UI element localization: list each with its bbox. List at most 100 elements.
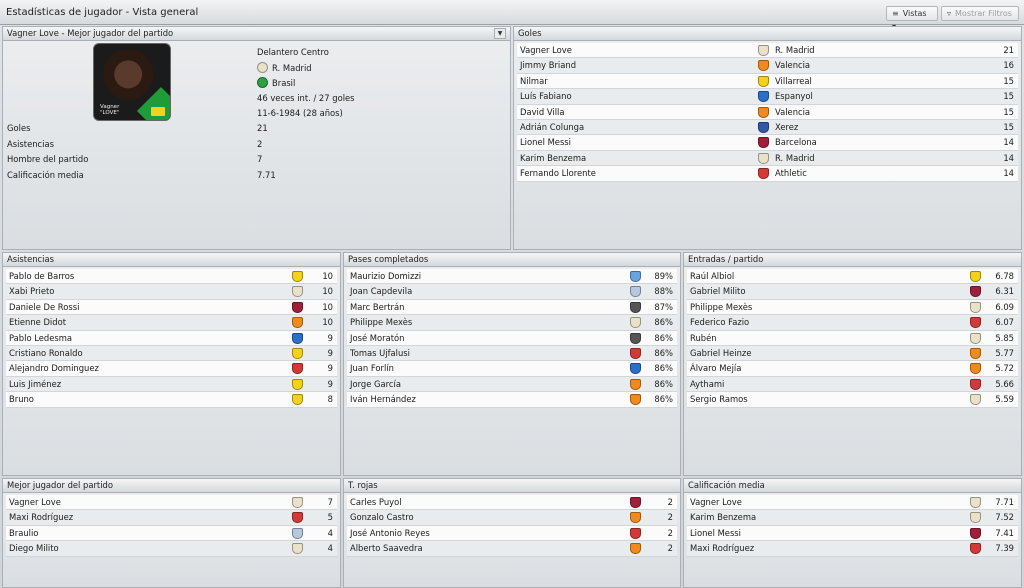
club-name[interactable]: Villarreal [775, 74, 812, 89]
player-name[interactable]: Alejandro Dominguez [9, 361, 99, 376]
list-item[interactable]: David Villa Valencia 15 [517, 104, 1018, 120]
player-name[interactable]: Philippe Mexès [350, 315, 412, 330]
player-name[interactable]: Diego Milito [9, 541, 59, 556]
player-name[interactable]: Vagner Love [690, 495, 742, 510]
club-name[interactable]: R. Madrid [775, 43, 815, 58]
list-item[interactable]: Philippe Mexès 86% [347, 315, 677, 331]
club-name[interactable]: Valencia [775, 105, 810, 120]
list-item[interactable]: Jorge García 86% [347, 376, 677, 393]
club-name[interactable]: Athletic [775, 166, 807, 181]
list-item[interactable]: Iván Hernández 86% [347, 392, 677, 408]
player-name[interactable]: Vagner Love [520, 43, 572, 58]
list-item[interactable]: Philippe Mexès 6.09 [687, 299, 1018, 316]
list-item[interactable]: Rubén 5.85 [687, 330, 1018, 346]
list-item[interactable]: Braulio 4 [6, 525, 337, 542]
club-name[interactable]: Valencia [775, 58, 810, 73]
player-name[interactable]: Nilmar [520, 74, 548, 89]
player-name[interactable]: Álvaro Mejía [690, 361, 741, 376]
list-item[interactable]: Maurizio Domizzi 89% [347, 269, 677, 285]
list-item[interactable]: Karim Benzema R. Madrid 14 [517, 150, 1018, 167]
player-name[interactable]: Daniele De Rossi [9, 300, 79, 315]
list-item[interactable]: Cristiano Ronaldo 9 [6, 345, 337, 362]
player-name[interactable]: Joan Capdevila [350, 284, 412, 299]
player-name[interactable]: Federico Fazio [690, 315, 749, 330]
club-name[interactable]: Xerez [775, 120, 798, 135]
player-name[interactable]: Braulio [9, 526, 38, 541]
list-item[interactable]: Aythami 5.66 [687, 376, 1018, 393]
player-name[interactable]: Fernando Llorente [520, 166, 596, 181]
list-item[interactable]: Vagner Love 7 [6, 495, 337, 511]
list-item[interactable]: Carles Puyol 2 [347, 495, 677, 511]
list-item[interactable]: Etienne Didot 10 [6, 315, 337, 331]
list-item[interactable]: Marc Bertrán 87% [347, 299, 677, 316]
player-name[interactable]: Carles Puyol [350, 495, 402, 510]
panel-menu-button[interactable]: ▼ [494, 28, 506, 39]
player-name[interactable]: Raúl Albiol [690, 269, 734, 284]
list-item[interactable]: Maxi Rodríguez 7.39 [687, 541, 1018, 557]
player-name[interactable]: Etienne Didot [9, 315, 66, 330]
list-item[interactable]: Álvaro Mejía 5.72 [687, 361, 1018, 377]
player-name[interactable]: Lionel Messi [690, 526, 741, 541]
player-name[interactable]: Karim Benzema [690, 510, 756, 525]
list-item[interactable]: Vagner Love R. Madrid 21 [517, 43, 1018, 59]
player-name[interactable]: Maxi Rodríguez [9, 510, 73, 525]
player-name[interactable]: Lionel Messi [520, 135, 571, 150]
list-item[interactable]: José Antonio Reyes 2 [347, 525, 677, 542]
player-name[interactable]: José Moratón [350, 331, 404, 346]
list-item[interactable]: Luis Jiménez 9 [6, 376, 337, 393]
list-item[interactable]: Joan Capdevila 88% [347, 284, 677, 300]
player-name[interactable]: Pablo Ledesma [9, 331, 72, 346]
player-name[interactable]: Vagner Love [9, 495, 61, 510]
list-item[interactable]: Raúl Albiol 6.78 [687, 269, 1018, 285]
list-item[interactable]: Xabi Prieto 10 [6, 284, 337, 300]
player-name[interactable]: Juan Forlín [350, 361, 394, 376]
list-item[interactable]: Diego Milito 4 [6, 541, 337, 557]
player-name[interactable]: Rubén [690, 331, 717, 346]
player-name[interactable]: David Villa [520, 105, 565, 120]
player-name[interactable]: Pablo de Barros [9, 269, 74, 284]
player-name[interactable]: Maurizio Domizzi [350, 269, 421, 284]
player-nation[interactable]: Brasil [257, 77, 295, 88]
list-item[interactable]: Lionel Messi Barcelona 14 [517, 135, 1018, 151]
player-name[interactable]: Maxi Rodríguez [690, 541, 754, 556]
player-name[interactable]: Tomas Ujfalusi [350, 346, 410, 361]
club-name[interactable]: Barcelona [775, 135, 817, 150]
list-item[interactable]: Gonzalo Castro 2 [347, 510, 677, 526]
views-button[interactable]: ≡Vistas ▾ [886, 6, 938, 31]
player-name[interactable]: Jorge García [350, 377, 401, 392]
list-item[interactable]: Maxi Rodríguez 5 [6, 510, 337, 526]
player-club[interactable]: R. Madrid [257, 62, 312, 73]
list-item[interactable]: Jimmy Briand Valencia 16 [517, 58, 1018, 74]
list-item[interactable]: Juan Forlín 86% [347, 361, 677, 377]
list-item[interactable]: Lionel Messi 7.41 [687, 525, 1018, 542]
list-item[interactable]: Daniele De Rossi 10 [6, 299, 337, 316]
player-name[interactable]: Cristiano Ronaldo [9, 346, 83, 361]
player-name[interactable]: Philippe Mexès [690, 300, 752, 315]
list-item[interactable]: Pablo de Barros 10 [6, 269, 337, 285]
player-name[interactable]: Luis Jiménez [9, 377, 61, 392]
player-name[interactable]: Gabriel Heinze [690, 346, 751, 361]
club-name[interactable]: Espanyol [775, 89, 813, 104]
show-filters-button[interactable]: ▿ Mostrar Filtros [941, 6, 1019, 21]
list-item[interactable]: Vagner Love 7.71 [687, 495, 1018, 511]
list-item[interactable]: Fernando Llorente Athletic 14 [517, 166, 1018, 182]
list-item[interactable]: Alejandro Dominguez 9 [6, 361, 337, 377]
list-item[interactable]: Sergio Ramos 5.59 [687, 392, 1018, 408]
list-item[interactable]: Tomas Ujfalusi 86% [347, 345, 677, 362]
list-item[interactable]: Adrián Colunga Xerez 15 [517, 119, 1018, 136]
player-name[interactable]: Alberto Saavedra [350, 541, 423, 556]
player-name[interactable]: Bruno [9, 392, 34, 407]
list-item[interactable]: Gabriel Heinze 5.77 [687, 345, 1018, 362]
list-item[interactable]: Luís Fabiano Espanyol 15 [517, 89, 1018, 105]
player-name[interactable]: Iván Hernández [350, 392, 416, 407]
player-name[interactable]: Adrián Colunga [520, 120, 584, 135]
list-item[interactable]: Pablo Ledesma 9 [6, 330, 337, 346]
player-name[interactable]: Luís Fabiano [520, 89, 572, 104]
club-name[interactable]: R. Madrid [775, 151, 815, 166]
player-name[interactable]: Marc Bertrán [350, 300, 404, 315]
list-item[interactable]: Gabriel Milito 6.31 [687, 284, 1018, 300]
list-item[interactable]: Karim Benzema 7.52 [687, 510, 1018, 526]
list-item[interactable]: Bruno 8 [6, 392, 337, 408]
player-name[interactable]: José Antonio Reyes [350, 526, 430, 541]
player-name[interactable]: Jimmy Briand [520, 58, 576, 73]
